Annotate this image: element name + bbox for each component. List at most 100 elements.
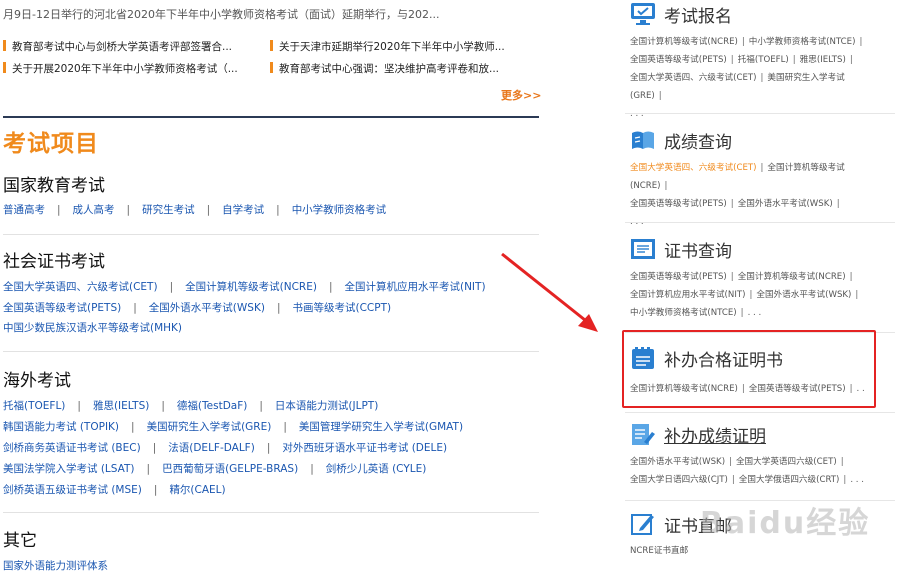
document-icon [632,424,655,445]
exam-link[interactable]: 剑桥少儿英语 (CYLE) [326,463,427,475]
cert-header[interactable]: 证书查询 [630,235,880,263]
score-links: 全国大学英语四、六级考试(CET) | 全国计算机等级考试(NCRE) | 全国英语等… [630,159,880,231]
exam-link[interactable]: 全国外语水平考试(WSK) [756,290,851,300]
exam-link[interactable]: 美国管理学研究生入学考试(GMAT) [299,421,463,433]
more-link[interactable]: 更多>> [501,87,541,103]
cert-title[interactable]: 证书查询 [664,237,732,262]
news-bullet [270,62,273,73]
score-header[interactable]: 成绩查询 [630,126,880,154]
exam-link[interactable]: 全国计算机应用水平考试(NIT) [344,281,485,293]
exam-link[interactable]: 精尔(CAEL) [169,484,225,496]
separator: | [310,463,314,475]
exam-link[interactable]: 美国研究生入学考试(GRE) [147,421,272,433]
cert-mail-links: NCRE证书直邮 [630,542,880,560]
link-row: 全国大学英语四、六级考试(CET) | 全国计算机等级考试(NCRE) | 全国计算机应… [3,279,486,294]
exam-link[interactable]: 全国大学英语四、六级考试(CET) [3,281,158,293]
news-item-text[interactable]: 关于开展2020年下半年中小学教师资格考试（... [12,63,238,75]
separator: | [266,442,271,454]
exam-link[interactable]: 全国外语水平考试(WSK) [630,457,725,467]
link-row: 普通高考 | 成人高考 | 研究生考试 | 自学考试 | 中小学教师资格考试 [3,202,386,217]
link-row: 托福(TOEFL) | 雅思(IELTS) | 德福(TestDaF) | 日本语能力测试(… [3,398,378,413]
register-title[interactable]: 考试报名 [664,2,732,27]
exam-link[interactable]: 日本语能力测试(JLPT) [275,400,378,412]
news-item[interactable]: 教育部考试中心与剑桥大学英语考评部签署合... [3,39,232,54]
news-bullet [3,62,6,73]
separator: | [259,400,263,412]
more-ellipsis[interactable]: . . . [850,475,864,485]
news-item[interactable]: 关于开展2020年下半年中小学教师资格考试（... [3,61,238,76]
score-block: 成绩查询 全国大学英语四、六级考试(CET) | 全国计算机等级考试(NCRE) | … [630,126,880,231]
exam-link[interactable]: 全国外语水平考试(WSK) [738,199,833,209]
exam-link[interactable]: 全国计算机应用水平考试(NIT) [630,290,745,300]
exam-link[interactable]: 全国大学英语四六级(CET) [736,457,837,467]
pointer-arrow-icon [501,252,598,332]
exam-link[interactable]: 全国大学英语四、六级考试(CET) [630,163,757,173]
exam-link[interactable]: 全国英语等级考试(PETS) [630,199,727,209]
exam-link[interactable]: 韩国语能力考试 (TOPIK) [3,421,119,433]
exam-link[interactable]: 自学考试 [222,204,264,216]
separator: | [169,281,174,293]
news-item-text[interactable]: 关于天津市延期举行2020年下半年中小学教师... [279,41,505,53]
exam-link[interactable]: 全国英语等级考试(PETS) [630,55,727,65]
exam-link[interactable]: 全国外语水平考试(WSK) [149,302,265,314]
exam-link[interactable]: 全国大学英语四、六级考试(CET) [630,73,757,83]
separator: | [77,400,81,412]
score-title[interactable]: 成绩查询 [664,128,732,153]
separator: | [126,204,131,216]
exam-link[interactable]: 托福(TOEFL) [3,400,65,412]
exam-link[interactable]: 全国大学日语四六级(CJT) [630,475,728,485]
reissue-score-header[interactable]: 补办成绩证明 [630,420,880,448]
exam-link[interactable]: 中小学教师资格考试 [292,204,387,216]
news-item[interactable]: 关于天津市延期举行2020年下半年中小学教师... [270,39,505,54]
exam-link[interactable]: 剑桥英语五级证书考试 (MSE) [3,484,142,496]
exam-link[interactable]: 中小学教师资格考试(NTCE) [749,37,856,47]
link-row: 剑桥英语五级证书考试 (MSE) | 精尔(CAEL) [3,482,226,497]
exam-link[interactable]: 国家外语能力测评体系 [3,560,108,572]
exam-link[interactable]: 全国计算机等级考试(NCRE) [630,37,738,47]
register-header[interactable]: 考试报名 [630,0,880,28]
more-ellipsis[interactable]: . . . [630,105,880,123]
news-item[interactable]: 教育部考试中心强调：坚决维护高考评卷和放... [270,61,499,76]
reissue-score-title[interactable]: 补办成绩证明 [664,422,766,447]
exam-link[interactable]: 中小学教师资格考试(NTCE) [630,308,737,318]
separator: | [276,302,281,314]
separator: | [283,421,287,433]
separator: | [161,400,165,412]
exam-link[interactable]: 托福(TOEFL) [738,55,789,65]
exam-link[interactable]: 书画等级考试(CCPT) [292,302,391,314]
divider [3,234,539,235]
more-ellipsis[interactable]: . . . [748,308,762,318]
exam-link[interactable]: 全国英语等级考试(PETS) [630,272,727,282]
exam-link[interactable]: 德福(TestDaF) [177,400,247,412]
register-block: 考试报名 全国计算机等级考试(NCRE) | 中小学教师资格考试(NTCE) | 全国… [630,0,880,123]
exam-link[interactable]: 中国少数民族汉语水平等级考试(MHK) [3,322,182,334]
exam-link[interactable]: 雅思(IELTS) [800,55,846,65]
exam-link[interactable]: 剑桥商务英语证书考试 (BEC) [3,442,141,454]
exam-link[interactable]: 雅思(IELTS) [93,400,149,412]
register-links: 全国计算机等级考试(NCRE) | 中小学教师资格考试(NTCE) | 全国英语等级考… [630,33,880,123]
exam-link[interactable]: 普通高考 [3,204,45,216]
exam-link[interactable]: 全国英语等级考试(PETS) [3,302,121,314]
certificate-icon [631,239,655,259]
news-item-text[interactable]: 教育部考试中心与剑桥大学英语考评部签署合... [12,41,232,53]
exam-link[interactable]: 全国计算机等级考试(NCRE) [185,281,317,293]
exam-link[interactable]: 法语(DELF-DALF) [168,442,255,454]
exam-link[interactable]: 巴西葡萄牙语(GELPE-BRAS) [162,463,298,475]
exam-link[interactable]: 研究生考试 [142,204,195,216]
separator: | [152,442,157,454]
exam-link[interactable]: 成人高考 [73,204,115,216]
exam-link[interactable]: 全国大学俄语四六级(CRT) [739,475,840,485]
separator: | [276,204,280,216]
divider [3,116,539,118]
news-snippet[interactable]: 月9日-12日举行的河北省2020年下半年中小学教师资格考试（面试）延期举行，与… [3,6,439,22]
divider [625,222,895,223]
exam-link[interactable]: 美国法学院入学考试 (LSAT) [3,463,135,475]
exam-link[interactable]: NCRE证书直邮 [630,546,688,556]
news-item-text[interactable]: 教育部考试中心强调：坚决维护高考评卷和放... [279,63,499,75]
separator: | [328,281,333,293]
link-row: 剑桥商务英语证书考试 (BEC) | 法语(DELF-DALF) | 对外西班牙语水平证… [3,440,447,455]
exam-link[interactable]: 对外西班牙语水平证书考试 (DELE) [282,442,447,454]
cert-block: 证书查询 全国英语等级考试(PETS) | 全国计算机等级考试(NCRE) | 全国计… [630,235,880,322]
exam-link[interactable]: 全国计算机等级考试(NCRE) [738,272,846,282]
link-row: 韩国语能力考试 (TOPIK) | 美国研究生入学考试(GRE) | 美国管理学研究生入… [3,419,463,434]
